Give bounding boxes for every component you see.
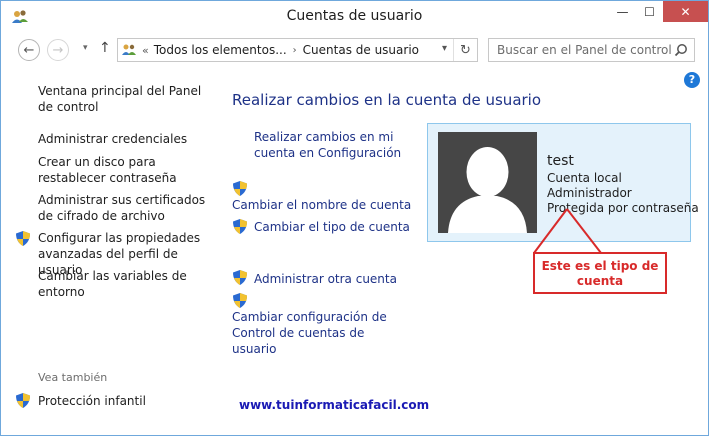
change-account-type-link[interactable]: Cambiar el tipo de cuenta bbox=[254, 219, 410, 235]
uac-settings-link[interactable]: Cambiar configuración de Control de cuen… bbox=[232, 309, 402, 357]
sidebar-item-control-panel-home[interactable]: Ventana principal del Panel de control bbox=[38, 83, 218, 115]
account-protection: Protegida por contraseña bbox=[547, 201, 699, 215]
sidebar: Ventana principal del Panel de control A… bbox=[1, 66, 223, 436]
up-button[interactable]: ↑ bbox=[99, 40, 111, 56]
breadcrumb-arrow-icon[interactable]: › bbox=[293, 45, 297, 56]
change-account-name-link[interactable]: Cambiar el nombre de cuenta bbox=[232, 197, 411, 213]
user-name: test bbox=[547, 153, 574, 169]
user-silhouette-icon bbox=[448, 147, 527, 233]
manage-another-account-link[interactable]: Administrar otra cuenta bbox=[254, 271, 397, 287]
avatar bbox=[438, 132, 537, 233]
minimize-button[interactable]: — bbox=[609, 1, 636, 22]
back-button[interactable]: ← bbox=[18, 39, 40, 61]
account-type: Administrador bbox=[547, 186, 632, 200]
sidebar-item-family-safety[interactable]: Protección infantil bbox=[38, 393, 218, 409]
window-title: Cuentas de usuario bbox=[286, 8, 423, 24]
address-chevron-down-icon[interactable]: ▾ bbox=[442, 43, 447, 54]
uac-shield-icon bbox=[16, 393, 30, 408]
control-panel-icon bbox=[122, 44, 136, 55]
watermark-text: www.tuinformaticafacil.com bbox=[239, 398, 430, 412]
refresh-button[interactable]: ↻ bbox=[453, 39, 477, 61]
uac-shield-icon bbox=[16, 231, 30, 246]
annotation-callout: Este es el tipo de cuenta bbox=[533, 252, 667, 294]
page-title: Realizar cambios en la cuenta de usuario bbox=[232, 91, 542, 109]
uac-shield-icon bbox=[233, 270, 247, 285]
address-bar[interactable]: « Todos los elementos... › Cuentas de us… bbox=[117, 38, 478, 62]
sidebar-item-encryption-certificates[interactable]: Administrar sus certificados de cifrado … bbox=[38, 192, 208, 224]
change-account-in-settings-link[interactable]: Realizar cambios en mi cuenta en Configu… bbox=[254, 129, 404, 161]
navigation-bar: ← → ▾ ↑ « Todos los elementos... › Cuent… bbox=[1, 34, 708, 66]
control-panel-window: Cuentas de usuario — ☐ ✕ ← → ▾ ↑ « Todos… bbox=[0, 0, 709, 436]
account-scope: Cuenta local bbox=[547, 171, 622, 185]
search-placeholder: Buscar en el Panel de control bbox=[497, 43, 672, 57]
recent-locations-chevron-down-icon[interactable]: ▾ bbox=[83, 43, 88, 53]
uac-shield-icon bbox=[233, 293, 247, 308]
title-bar: Cuentas de usuario — ☐ ✕ bbox=[1, 1, 708, 33]
see-also-heading: Vea también bbox=[38, 371, 108, 384]
uac-shield-icon bbox=[233, 181, 247, 196]
sidebar-item-manage-credentials[interactable]: Administrar credenciales bbox=[38, 131, 218, 147]
help-icon[interactable]: ? bbox=[684, 72, 700, 88]
search-icon[interactable] bbox=[674, 43, 688, 57]
window-controls: — ☐ ✕ bbox=[609, 1, 708, 23]
sidebar-item-password-reset-disk[interactable]: Crear un disco para restablecer contrase… bbox=[38, 154, 213, 186]
breadcrumb-user-accounts[interactable]: Cuentas de usuario bbox=[303, 43, 419, 57]
search-input[interactable]: Buscar en el Panel de control bbox=[488, 38, 695, 62]
breadcrumb-all-items[interactable]: Todos los elementos... bbox=[154, 43, 287, 57]
forward-button[interactable]: → bbox=[47, 39, 69, 61]
close-button[interactable]: ✕ bbox=[663, 1, 708, 22]
maximize-button[interactable]: ☐ bbox=[636, 1, 663, 22]
uac-shield-icon bbox=[233, 219, 247, 234]
sidebar-item-environment-variables[interactable]: Cambiar las variables de entorno bbox=[38, 268, 188, 300]
user-account-card: test Cuenta local Administrador Protegid… bbox=[427, 123, 699, 242]
breadcrumb-overflow[interactable]: « bbox=[142, 44, 149, 57]
